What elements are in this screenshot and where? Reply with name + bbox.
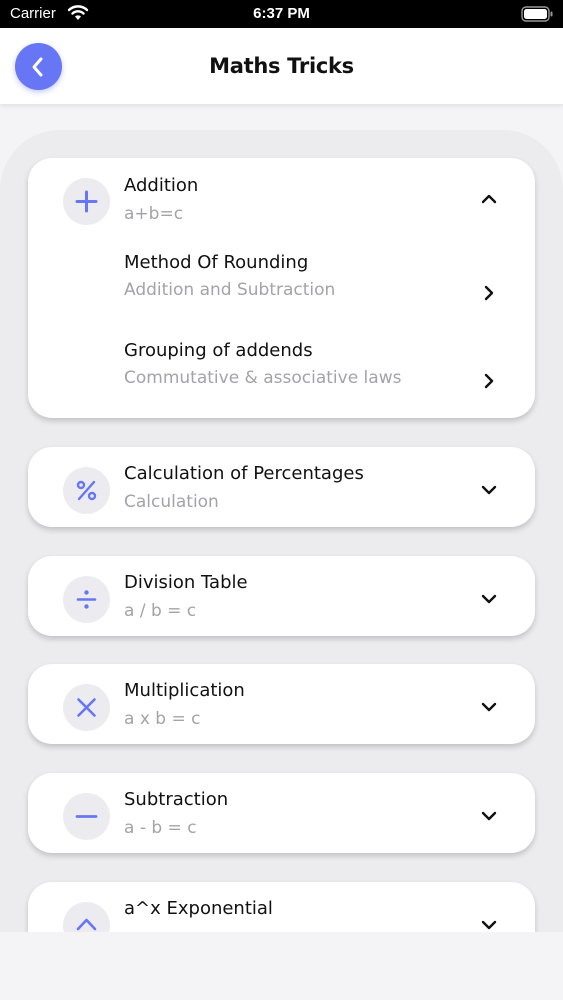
multiply-icon xyxy=(77,698,96,717)
category-icon-badge xyxy=(63,467,110,514)
page-title: Maths Tricks xyxy=(209,54,354,78)
chevron-down-icon[interactable] xyxy=(480,592,498,606)
category-icon-badge xyxy=(63,178,110,225)
status-bar: Carrier 6:37 PM xyxy=(0,0,563,28)
chevron-down-icon[interactable] xyxy=(480,809,498,823)
category-title: Division Table xyxy=(124,572,248,593)
divide-icon xyxy=(76,590,97,609)
category-subtitle: a+b=c xyxy=(124,204,184,224)
category-subtitle: Calculation xyxy=(124,492,219,512)
subtopic-title: Method Of Rounding xyxy=(124,252,309,273)
content-panel: Addition a+b=c Method Of Rounding Additi… xyxy=(0,130,563,932)
subtopic-subtitle: Commutative & associative laws xyxy=(124,368,402,388)
subtopic-title: Grouping of addends xyxy=(124,340,313,361)
category-card-percentages[interactable]: Calculation of Percentages Calculation xyxy=(28,447,535,527)
minus-icon xyxy=(75,815,98,818)
category-title: Calculation of Percentages xyxy=(124,463,364,484)
category-title: a^x Exponential xyxy=(124,898,273,919)
category-card-addition: Addition a+b=c Method Of Rounding Additi… xyxy=(28,158,535,418)
category-card-division[interactable]: Division Table a / b = c xyxy=(28,556,535,636)
category-subtitle: a / b = c xyxy=(124,601,197,621)
category-icon-badge xyxy=(63,793,110,840)
percent-icon xyxy=(76,480,97,501)
category-subtitle: a x b = c xyxy=(124,709,201,729)
subtopic-subtitle: Addition and Subtraction xyxy=(124,280,336,300)
chevron-right-icon[interactable] xyxy=(482,284,496,302)
battery-icon xyxy=(521,6,553,22)
chevron-right-icon[interactable] xyxy=(482,372,496,390)
category-icon-badge xyxy=(63,902,110,932)
category-title: Multiplication xyxy=(124,680,245,701)
category-subtitle: a - b = c xyxy=(124,818,197,838)
category-card-exponential[interactable]: a^x Exponential xyxy=(28,882,535,932)
chevron-up-icon[interactable] xyxy=(480,192,498,206)
nav-bar: Maths Tricks xyxy=(0,28,563,104)
category-title: Subtraction xyxy=(124,789,229,810)
chevron-down-icon[interactable] xyxy=(480,483,498,497)
bottom-safe-area xyxy=(0,932,563,1000)
category-card-subtraction[interactable]: Subtraction a - b = c xyxy=(28,773,535,853)
caret-up-icon xyxy=(76,918,97,931)
plus-icon xyxy=(75,190,98,213)
chevron-down-icon[interactable] xyxy=(480,918,498,932)
status-time: 6:37 PM xyxy=(253,5,310,22)
category-card-multiplication[interactable]: Multiplication a x b = c xyxy=(28,664,535,744)
category-icon-badge xyxy=(63,684,110,731)
category-icon-badge xyxy=(63,576,110,623)
category-title: Addition xyxy=(124,175,199,196)
chevron-down-icon[interactable] xyxy=(480,700,498,714)
